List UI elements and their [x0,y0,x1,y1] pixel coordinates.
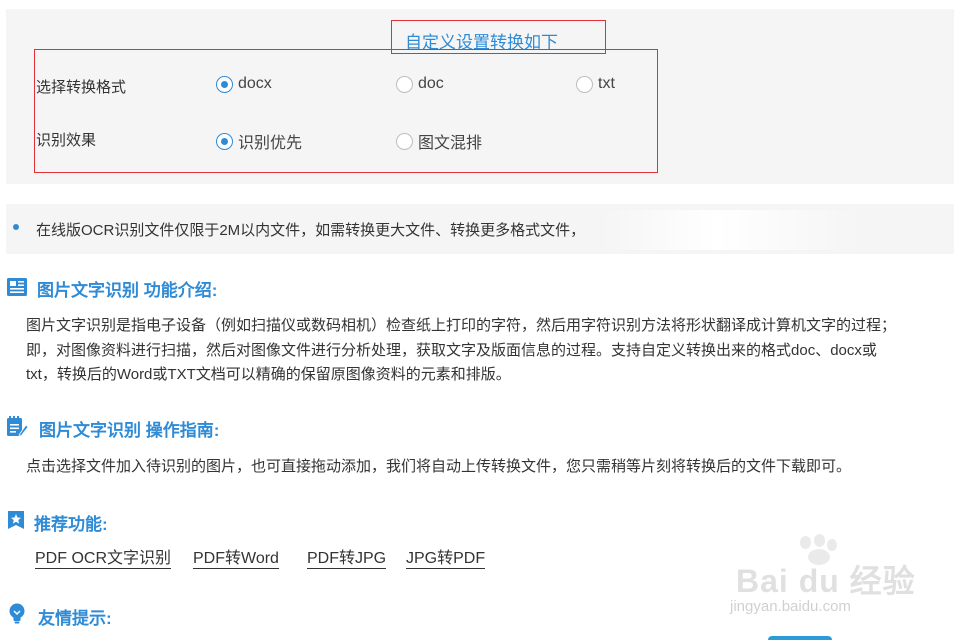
link-pdf-to-word[interactable]: PDF转Word [193,549,279,569]
partial-button[interactable] [768,636,832,640]
effect-option-mixed-layout[interactable]: 图文混排 [396,129,482,153]
lightbulb-icon [9,603,25,624]
format-option-label: txt [598,75,615,92]
intro-line: txt，转换后的Word或TXT文档可以精确的保留原图像资料的元素和排版。 [26,366,511,383]
format-option-docx[interactable]: docx [216,75,272,93]
watermark-url: jingyan.baidu.com [730,598,851,615]
paw-icon [814,534,825,547]
format-option-doc[interactable]: doc [396,75,444,93]
link-jpg-to-pdf[interactable]: JPG转PDF [406,549,486,569]
watermark-logo-text: Bai du 经验 [736,563,916,599]
document-icon [7,278,27,296]
effect-label: 识别效果 [36,132,97,149]
baidu-jingyan-watermark: Bai du 经验 jingyan.baidu.com [728,534,950,624]
notice-fade [600,210,860,250]
effect-option-label: 识别优先 [238,135,303,152]
guide-text: 点击选择文件加入待识别的图片，也可直接拖动添加，我们将自动上传转换文件，您只需稍… [26,458,852,475]
settings-highlight-frame [34,49,658,173]
link-pdf-to-jpg[interactable]: PDF转JPG [307,549,387,569]
format-label: 选择转换格式 [36,79,127,96]
notice-text: 在线版OCR识别文件仅限于2M以内文件，如需转换更大文件、转换更多格式文件， [36,222,586,239]
radio-docx[interactable] [216,75,233,93]
intro-line: 图片文字识别是指电子设备（例如扫描仪或数码相机）检查纸上打印的字符，然后用字符识… [26,317,897,334]
radio-recognition-first[interactable] [216,132,233,150]
radio-mixed-layout[interactable] [396,132,413,150]
star-badge-icon [8,511,24,529]
recommend-title: 推荐功能: [34,515,108,534]
bullet-icon [13,224,19,230]
format-option-txt[interactable]: txt [576,75,615,93]
effect-option-recognition-first[interactable]: 识别优先 [216,129,302,153]
format-option-label: doc [418,75,444,92]
tips-title: 友情提示: [38,609,112,628]
radio-txt[interactable] [576,75,593,93]
guide-title: 图片文字识别 操作指南: [39,421,220,440]
radio-doc[interactable] [396,75,413,93]
effect-option-label: 图文混排 [418,135,483,152]
paw-icon [827,539,837,551]
intro-title: 图片文字识别 功能介绍: [37,281,218,300]
format-option-label: docx [238,75,272,92]
intro-line: 即，对图像资料进行扫描，然后对图像文件进行分析处理，获取文字及版面信息的过程。支… [26,341,877,359]
link-pdf-ocr[interactable]: PDF OCR文字识别 [35,549,172,569]
paw-icon [800,536,811,549]
notepad-pencil-icon [7,416,28,437]
